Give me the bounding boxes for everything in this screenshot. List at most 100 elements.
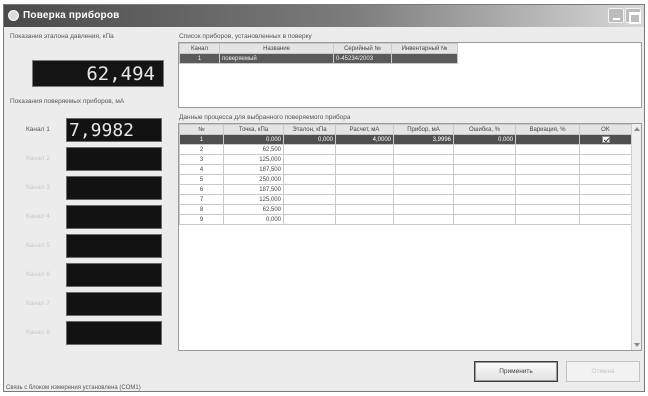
col-header-error[interactable]: Ошибка, % [453, 124, 516, 135]
channel-display [66, 176, 162, 200]
table-row[interactable]: 1 0,000 0,000 4,0000 3,9996 0,000 [179, 134, 632, 145]
cell-calc [335, 194, 394, 205]
cell-calc [335, 174, 394, 185]
cell-calc [335, 184, 394, 195]
cell-ok [579, 174, 632, 185]
col-header-variation[interactable]: Вариация, % [515, 124, 580, 135]
table-row[interactable]: 6 187,500 [179, 184, 632, 195]
cell-point: 125,000 [223, 154, 284, 165]
devices-header-channel[interactable]: Канал [179, 43, 220, 54]
device-serial-cell: 0-45234/2003 [333, 53, 392, 64]
cell-calc [335, 144, 394, 155]
cancel-button[interactable]: Отмена [566, 361, 640, 382]
cell-calc [335, 154, 394, 165]
channel-display [66, 147, 162, 171]
cell-number: 5 [179, 174, 224, 185]
cell-reference [283, 214, 336, 225]
cell-point: 62,500 [223, 144, 284, 155]
table-scrollbar[interactable] [631, 124, 641, 350]
channel-label: Канал 1 [26, 126, 50, 133]
status-text: Связь с блоком измерения установлена (CO… [6, 385, 141, 391]
scroll-down-icon[interactable] [634, 343, 640, 347]
channel-row: Канал 5 [4, 234, 174, 258]
cell-error [453, 144, 516, 155]
measurements-table: № Точка, кПа Эталон, кПа Расчет, мА Приб… [179, 124, 632, 225]
devices-header-serial[interactable]: Серийный № [333, 43, 392, 54]
cell-point: 187,500 [223, 164, 284, 175]
cell-ok [579, 194, 632, 205]
channel-display [66, 205, 162, 229]
cell-point: 0,000 [223, 134, 284, 145]
cell-reference [283, 164, 336, 175]
cell-variation [515, 214, 580, 225]
col-header-ok[interactable]: OK [579, 124, 632, 135]
cell-point: 187,500 [223, 184, 284, 195]
maximize-button[interactable] [625, 8, 641, 24]
col-header-point[interactable]: Точка, кПа [223, 124, 284, 135]
table-row[interactable]: 9 0,000 [179, 214, 632, 225]
scroll-up-icon[interactable] [634, 127, 640, 131]
app-icon [8, 10, 19, 21]
pressure-display: 62,494 [32, 60, 164, 87]
channel-row: Канал 8 [4, 321, 174, 345]
col-header-device[interactable]: Прибор, мА [393, 124, 454, 135]
cell-point: 250,000 [223, 174, 284, 185]
cell-device [393, 214, 454, 225]
cell-device [393, 204, 454, 215]
devices-table-panel: Канал Название Серийный № Инвентарный № … [178, 42, 642, 108]
channel-row: Канал 7 [4, 292, 174, 316]
cell-variation [515, 164, 580, 175]
channel-row: Канал 2 [4, 147, 174, 171]
table-row[interactable]: 2 62,500 [179, 144, 632, 155]
table-row[interactable]: 4 187,500 [179, 164, 632, 175]
channel-label: Канал 3 [26, 184, 50, 191]
cell-calc: 4,0000 [335, 134, 394, 145]
title-bar[interactable]: Поверка приборов [4, 5, 644, 27]
cell-variation [515, 144, 580, 155]
cell-number: 3 [179, 154, 224, 165]
cell-variation [515, 174, 580, 185]
cell-number: 2 [179, 144, 224, 155]
cell-error: 0,000 [453, 134, 516, 145]
channel-row: Канал 6 [4, 263, 174, 287]
cell-error [453, 204, 516, 215]
device-channel-cell: 1 [179, 53, 220, 64]
table-row[interactable]: 1 поверяемый 0-45234/2003 [179, 53, 458, 64]
cell-reference [283, 204, 336, 215]
cell-calc [335, 204, 394, 215]
cell-ok [579, 144, 632, 155]
cell-device [393, 154, 454, 165]
cell-reference [283, 154, 336, 165]
table-row[interactable]: 8 62,500 [179, 204, 632, 215]
channel-row: Канал 1 7,9982 [4, 118, 174, 142]
channel-display [66, 263, 162, 287]
channel-row: Канал 3 [4, 176, 174, 200]
channel-display [66, 321, 162, 345]
apply-button[interactable]: Применить [474, 361, 558, 382]
minimize-button[interactable] [608, 8, 624, 23]
devices-header-name[interactable]: Название [219, 43, 334, 54]
table-row[interactable]: 3 125,000 [179, 154, 632, 165]
cell-point: 62,500 [223, 204, 284, 215]
table-row[interactable]: 5 250,000 [179, 174, 632, 185]
devices-table: Канал Название Серийный № Инвентарный № … [179, 43, 458, 64]
cell-error [453, 164, 516, 175]
col-header-reference[interactable]: Эталон, кПа [283, 124, 336, 135]
col-header-number[interactable]: № [179, 124, 224, 135]
ok-checkbox[interactable] [601, 136, 610, 143]
cell-error [453, 214, 516, 225]
cell-reference [283, 184, 336, 195]
cell-number: 6 [179, 184, 224, 195]
cell-point: 0,000 [223, 214, 284, 225]
col-header-calc[interactable]: Расчет, мА [335, 124, 394, 135]
cell-device [393, 184, 454, 195]
cell-variation [515, 134, 580, 145]
cell-ok [579, 204, 632, 215]
devices-header-inventory[interactable]: Инвентарный № [391, 43, 458, 54]
table-row[interactable]: 7 125,000 [179, 194, 632, 205]
pressure-label: Показания эталона давления, кПа [10, 33, 114, 40]
cell-device [393, 164, 454, 175]
cell-variation [515, 154, 580, 165]
channel-display: 7,9982 [66, 118, 162, 142]
cell-error [453, 194, 516, 205]
